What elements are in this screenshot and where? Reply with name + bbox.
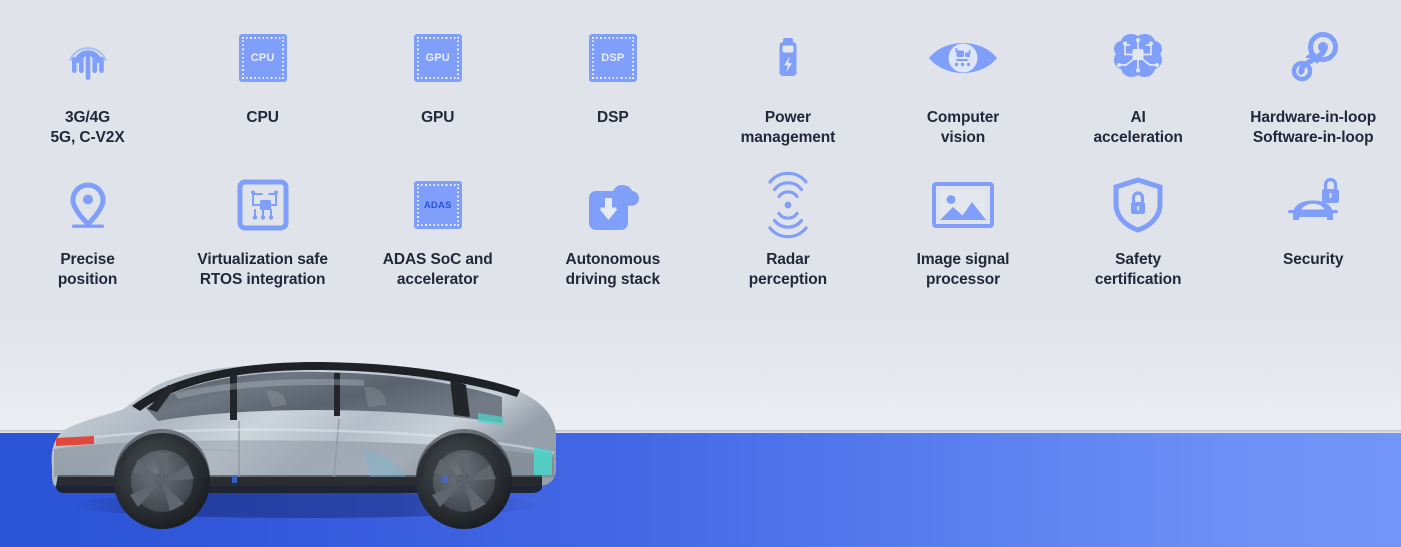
adas-chip-icon: ADAS — [402, 172, 474, 238]
chip-text: GPU — [425, 52, 450, 64]
feature-cell-hardware-software-in-loop[interactable]: Hardware-in-loop Software-in-loop — [1226, 18, 1401, 168]
feature-label: Power management — [740, 109, 836, 147]
feature-cell-virtualization-rtos[interactable]: Virtualization safe RTOS integration — [175, 168, 350, 308]
gpu-chip-icon: GPU — [402, 22, 474, 94]
virtualization-frame-circuit-icon — [227, 172, 299, 238]
feature-cell-precise-position[interactable]: Precise position — [0, 168, 175, 308]
feature-label: DSP — [597, 109, 629, 126]
feature-label: 3G/4G 5G, C-V2X — [50, 109, 125, 147]
feature-cell-dsp[interactable]: DSP DSP — [525, 18, 700, 168]
battery-bolt-icon — [752, 22, 824, 94]
chip-text: DSP — [601, 52, 625, 64]
feature-label: Safety certification — [1094, 251, 1182, 289]
feature-label: Computer vision — [926, 109, 1000, 147]
radar-waves-icon — [752, 171, 824, 239]
feature-cell-cpu[interactable]: CPU CPU — [175, 18, 350, 168]
map-pin-icon — [52, 172, 124, 238]
chip-text: CPU — [250, 52, 275, 64]
feature-label: Virtualization safe RTOS integration — [197, 251, 328, 289]
chip-body: CPU — [238, 34, 287, 82]
chip-body: ADAS — [413, 181, 462, 229]
feature-label: GPU — [421, 109, 455, 126]
feature-cell-safety-certification[interactable]: Safety certification — [1051, 168, 1226, 308]
car-lock-icon — [1277, 172, 1349, 238]
dsp-chip-icon: DSP — [577, 22, 649, 94]
feature-icon-grid: 3G/4G 5G, C-V2X CPU CPU GPU GPU DSP DSP — [0, 18, 1401, 308]
loop-arrows-icon — [1277, 22, 1349, 94]
cpu-chip-icon: CPU — [227, 22, 299, 94]
feature-cell-security[interactable]: Security — [1226, 168, 1401, 308]
feature-label: CPU — [246, 109, 279, 126]
chip-text: ADAS — [423, 199, 452, 211]
eye-vision-chip-icon — [927, 22, 999, 94]
chip-body: DSP — [588, 34, 637, 82]
feature-label: Security — [1283, 251, 1344, 268]
feature-cell-computer-vision[interactable]: Computer vision — [875, 18, 1050, 168]
shield-lock-icon — [1102, 172, 1174, 238]
feature-label: ADAS SoC and accelerator — [382, 251, 493, 289]
feature-label: Image signal processor — [916, 251, 1010, 289]
brain-circuit-icon — [1102, 22, 1174, 94]
feature-label: AI acceleration — [1093, 109, 1183, 147]
feature-cell-3g4g-5g-cv2x[interactable]: 3G/4G 5G, C-V2X — [0, 18, 175, 168]
feature-label: Precise position — [57, 251, 118, 289]
feature-cell-ai-acceleration[interactable]: AI acceleration — [1051, 18, 1226, 168]
feature-cell-adas-soc[interactable]: ADAS ADAS SoC and accelerator — [350, 168, 525, 308]
signal-antenna-5g-icon — [52, 22, 124, 94]
chip-body: GPU — [413, 34, 462, 82]
feature-label: Autonomous driving stack — [565, 251, 661, 289]
feature-cell-power-management[interactable]: Power management — [700, 18, 875, 168]
feature-cell-gpu[interactable]: GPU GPU — [350, 18, 525, 168]
cloud-download-icon — [577, 172, 649, 238]
feature-label: Hardware-in-loop Software-in-loop — [1250, 109, 1377, 147]
image-photo-icon — [927, 172, 999, 238]
blue-ground-band — [0, 433, 1401, 547]
feature-cell-autonomous-driving-stack[interactable]: Autonomous driving stack — [525, 168, 700, 308]
feature-label: Radar perception — [748, 251, 828, 289]
feature-cell-image-signal-processor[interactable]: Image signal processor — [875, 168, 1050, 308]
feature-cell-radar-perception[interactable]: Radar perception — [700, 168, 875, 308]
